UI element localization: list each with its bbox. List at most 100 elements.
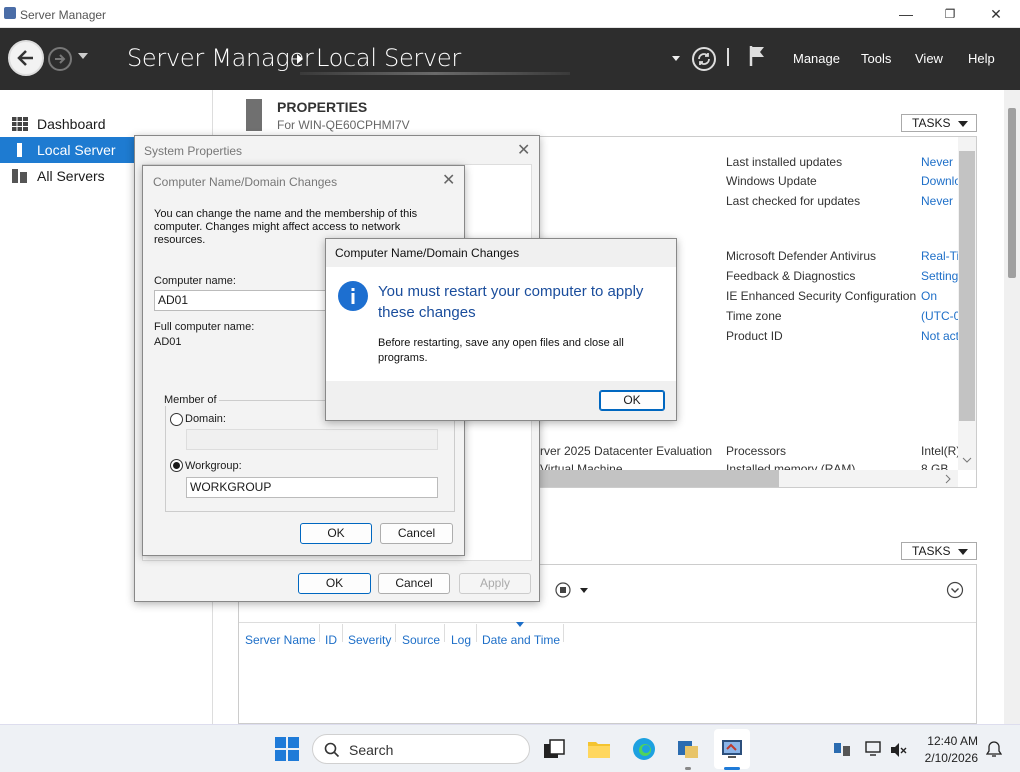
os-name-value[interactable]: rver 2025 Datacenter Evaluation [540, 444, 712, 458]
column-header-date-time[interactable]: Date and Time [482, 633, 560, 647]
edge-browser-icon[interactable] [632, 737, 656, 761]
name-changes-ok-button[interactable]: OK [300, 523, 372, 544]
property-value-link[interactable]: Setting [921, 269, 958, 283]
property-value-link[interactable]: Real-Ti [921, 249, 959, 263]
menu-view[interactable]: View [915, 51, 943, 66]
scrollbar-thumb[interactable] [539, 470, 779, 487]
search-label: Search [349, 742, 394, 758]
domain-radio[interactable] [170, 413, 183, 426]
property-value-link[interactable]: Never [921, 194, 953, 208]
dialog-title: System Properties [144, 144, 243, 158]
property-label: Time zone [726, 309, 782, 323]
sidebar-item-label: All Servers [37, 168, 105, 184]
taskbar-search[interactable]: Search [312, 734, 530, 764]
expand-chevron-icon[interactable] [946, 581, 964, 599]
full-computer-name-label: Full computer name: [154, 321, 255, 333]
scrollbar-thumb[interactable] [959, 151, 975, 421]
taskbar: Search 12:40 AM 2/10/2026 [0, 724, 1020, 772]
properties-tasks-button[interactable]: TASKS [901, 114, 977, 132]
menu-manage[interactable]: Manage [793, 51, 840, 66]
clipped-row: Virtual Machine Installed memory (RAM) 8… [539, 462, 958, 470]
restart-ok-button[interactable]: OK [599, 390, 665, 411]
server-manager-app-icon [4, 7, 16, 19]
refresh-dropdown-icon[interactable] [672, 56, 680, 61]
property-value-link[interactable]: Not act [921, 329, 959, 343]
column-header-id[interactable]: ID [325, 633, 337, 647]
column-separator[interactable] [342, 624, 343, 642]
dialog-title: Computer Name/Domain Changes [335, 246, 520, 260]
menu-tools[interactable]: Tools [861, 51, 891, 66]
workgroup-input[interactable]: WORKGROUP [186, 477, 438, 498]
sidebar-item-label: Local Server [37, 142, 116, 158]
menu-help[interactable]: Help [968, 51, 995, 66]
close-icon[interactable]: ✕ [442, 170, 455, 190]
scrollbar-thumb[interactable] [1008, 108, 1016, 278]
search-icon [324, 742, 340, 758]
breadcrumb-root[interactable]: Server Manager [127, 44, 314, 72]
running-indicator [685, 767, 691, 770]
volume-muted-icon[interactable] [889, 741, 907, 759]
taskbar-time[interactable]: 12:40 AM [927, 734, 978, 748]
main-scrollbar[interactable] [1004, 90, 1020, 724]
properties-title: PROPERTIES [277, 99, 368, 115]
property-value-link[interactable]: On [921, 289, 937, 303]
sysprop-ok-button[interactable]: OK [298, 573, 371, 594]
minimize-button[interactable]: — [891, 4, 921, 24]
properties-vertical-scrollbar[interactable] [958, 137, 976, 470]
column-separator[interactable] [395, 624, 396, 642]
forward-button[interactable] [48, 47, 72, 71]
notifications-flag-icon[interactable] [748, 44, 768, 68]
column-header-severity[interactable]: Severity [348, 633, 391, 647]
property-label: Processors [726, 444, 787, 458]
domain-input[interactable] [186, 429, 438, 450]
tasks-label: TASKS [912, 544, 951, 558]
file-explorer-icon[interactable] [587, 737, 611, 761]
property-label: Last checked for updates [726, 194, 861, 208]
name-changes-cancel-button[interactable]: Cancel [380, 523, 453, 544]
save-query-icon[interactable] [555, 581, 589, 599]
property-value: Intel(R) [921, 444, 961, 458]
active-indicator [724, 767, 740, 770]
divider [727, 48, 729, 66]
breadcrumb-page: Local Server [316, 44, 461, 72]
servers-icon [12, 169, 27, 183]
restart-heading: You must restart your computer to apply … [378, 283, 644, 321]
sysprop-apply-button[interactable]: Apply [459, 573, 531, 594]
close-icon[interactable]: ✕ [517, 140, 530, 160]
task-view-icon[interactable] [542, 737, 566, 761]
chevron-down-icon[interactable] [962, 457, 972, 465]
maximize-button[interactable]: ❐ [935, 4, 965, 24]
restart-body: Before restarting, save any open files a… [378, 337, 624, 364]
properties-horizontal-scrollbar[interactable] [539, 470, 958, 487]
taskbar-date[interactable]: 2/10/2026 [925, 751, 978, 765]
server-icon [17, 143, 22, 157]
close-button[interactable]: ✕ [981, 4, 1011, 24]
column-separator[interactable] [444, 624, 445, 642]
workgroup-radio[interactable] [170, 459, 183, 472]
events-tasks-button[interactable]: TASKS [901, 542, 977, 560]
computer-name-label: Computer name: [154, 275, 236, 287]
notification-bell-icon[interactable] [986, 740, 1002, 758]
chevron-right-icon[interactable] [945, 474, 953, 484]
property-value-link[interactable]: (UTC-0 [921, 309, 960, 323]
column-header-server-name[interactable]: Server Name [245, 633, 316, 647]
column-header-log[interactable]: Log [451, 633, 471, 647]
sysprop-cancel-button[interactable]: Cancel [378, 573, 450, 594]
sidebar-item-dashboard[interactable]: Dashboard [0, 111, 213, 137]
tasks-label: TASKS [912, 116, 951, 130]
windows-start-icon[interactable] [275, 737, 299, 761]
property-value-link[interactable]: Never [921, 155, 953, 169]
refresh-button[interactable] [692, 47, 716, 71]
arrow-left-icon [17, 50, 33, 66]
file-share-icon[interactable] [676, 737, 700, 761]
column-header-source[interactable]: Source [402, 633, 440, 647]
column-separator[interactable] [476, 624, 477, 642]
server-manager-taskbar-icon[interactable] [720, 737, 744, 761]
history-dropdown-icon[interactable] [78, 53, 88, 59]
property-value-link[interactable]: Downlo [921, 174, 961, 188]
column-separator[interactable] [319, 624, 320, 642]
back-button[interactable] [8, 40, 44, 76]
network-settings-icon[interactable] [833, 741, 851, 757]
column-separator[interactable] [563, 624, 564, 642]
network-icon[interactable] [865, 740, 883, 758]
